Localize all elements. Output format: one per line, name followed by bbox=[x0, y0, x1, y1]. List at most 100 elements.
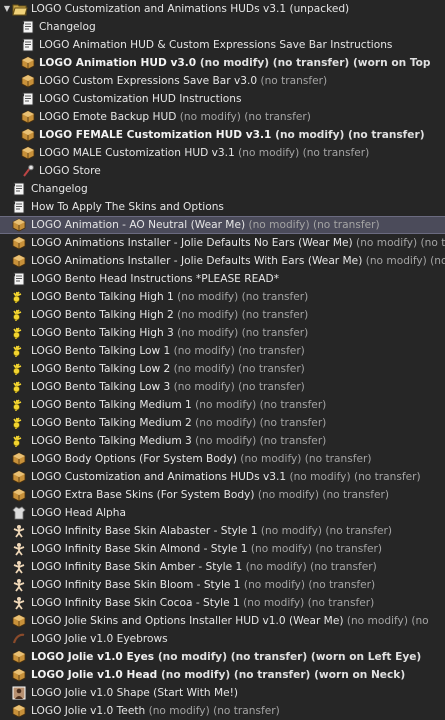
inventory-item[interactable]: LOGO Jolie Skins and Options Installer H… bbox=[0, 612, 445, 630]
inventory-item[interactable]: LOGO Animations Installer - Jolie Defaul… bbox=[0, 234, 445, 252]
notecard-icon bbox=[21, 38, 35, 52]
item-label: LOGO Jolie Skins and Options Installer H… bbox=[31, 612, 429, 630]
inventory-item[interactable]: LOGO Animation HUD v3.0 (no modify) (no … bbox=[0, 54, 445, 72]
item-label: LOGO Bento Talking High 2 (no modify) (n… bbox=[31, 306, 308, 324]
notecard-icon bbox=[12, 182, 26, 196]
inventory-item[interactable]: LOGO Bento Talking High 2 (no modify) (n… bbox=[0, 306, 445, 324]
inventory-item[interactable]: LOGO Animation - AO Neutral (Wear Me) (n… bbox=[0, 216, 445, 234]
inventory-item[interactable]: LOGO Customization HUD Instructions bbox=[0, 90, 445, 108]
gesture-hand-icon bbox=[12, 308, 26, 322]
item-label: LOGO Animation - AO Neutral (Wear Me) (n… bbox=[31, 216, 380, 234]
item-label: Changelog bbox=[39, 18, 96, 36]
item-permissions: (no modify) (no transfer) bbox=[170, 381, 305, 393]
item-permissions: (no modify) (no transfer) bbox=[356, 237, 445, 249]
notecard-icon bbox=[12, 200, 26, 214]
inventory-item[interactable]: LOGO Infinity Base Skin Alabaster - Styl… bbox=[0, 522, 445, 540]
item-label: LOGO FEMALE Customization HUD v3.1 (no m… bbox=[39, 126, 425, 144]
gesture-hand-icon bbox=[12, 362, 26, 376]
item-label: LOGO Customization and Animations HUDs v… bbox=[31, 468, 421, 486]
inventory-item[interactable]: LOGO Jolie v1.0 Head (no modify) (no tra… bbox=[0, 666, 445, 684]
item-permissions: (no modify) (no transfer) bbox=[191, 417, 327, 429]
folder-open-icon bbox=[12, 2, 28, 16]
item-label: LOGO Bento Talking High 3 (no modify) (n… bbox=[31, 324, 308, 342]
inventory-item[interactable]: LOGO Infinity Base Skin Cocoa - Style 1 … bbox=[0, 594, 445, 612]
item-permissions: (no modify) (no bbox=[343, 615, 429, 627]
inventory-item[interactable]: LOGO Jolie v1.0 Shape (Start With Me!) bbox=[0, 684, 445, 702]
inventory-item[interactable]: Changelog bbox=[0, 18, 445, 36]
inventory-item[interactable]: LOGO MALE Customization HUD v3.1 (no mod… bbox=[0, 144, 445, 162]
object-box-icon bbox=[12, 650, 26, 664]
object-box-icon bbox=[21, 110, 35, 124]
object-box-icon bbox=[21, 146, 35, 160]
notecard-icon bbox=[12, 272, 26, 286]
item-name: LOGO Infinity Base Skin Alabaster - Styl… bbox=[31, 525, 258, 537]
inventory-item[interactable]: LOGO Custom Expressions Save Bar v3.0 (n… bbox=[0, 72, 445, 90]
inventory-item[interactable]: LOGO Head Alpha bbox=[0, 504, 445, 522]
object-box-icon bbox=[21, 56, 35, 70]
item-permissions: (no modify) (no transfer) bbox=[254, 489, 389, 501]
inventory-item[interactable]: LOGO Customization and Animations HUDs v… bbox=[0, 468, 445, 486]
item-permissions: (no modify) (no transfer) bbox=[191, 435, 327, 447]
item-label: LOGO Jolie v1.0 Eyebrows bbox=[31, 630, 168, 648]
inventory-item[interactable]: LOGO Infinity Base Skin Almond - Style 1… bbox=[0, 540, 445, 558]
item-label: LOGO Bento Talking Medium 1 (no modify) … bbox=[31, 396, 326, 414]
inventory-item[interactable]: Changelog bbox=[0, 180, 445, 198]
item-label: LOGO MALE Customization HUD v3.1 (no mod… bbox=[39, 144, 369, 162]
inventory-item[interactable]: LOGO Bento Talking Low 1 (no modify) (no… bbox=[0, 342, 445, 360]
inventory-item[interactable]: LOGO Bento Talking High 1 (no modify) (n… bbox=[0, 288, 445, 306]
item-name: LOGO Extra Base Skins (For System Body) bbox=[31, 489, 255, 501]
gesture-hand-icon bbox=[12, 326, 26, 340]
folder-row[interactable]: ▼ LOGO Customization and Animations HUDs… bbox=[0, 0, 445, 18]
item-name: LOGO Emote Backup HUD bbox=[39, 111, 177, 123]
inventory-item[interactable]: LOGO FEMALE Customization HUD v3.1 (no m… bbox=[0, 126, 445, 144]
item-permissions: (no modify) (no transfer) bbox=[271, 129, 425, 141]
item-label: LOGO Infinity Base Skin Amber - Style 1 … bbox=[31, 558, 377, 576]
inventory-item[interactable]: LOGO Infinity Base Skin Bloom - Style 1 … bbox=[0, 576, 445, 594]
inventory-item[interactable]: LOGO Body Options (For System Body) (no … bbox=[0, 450, 445, 468]
notecard-icon bbox=[21, 92, 35, 106]
inventory-item[interactable]: LOGO Bento Talking Medium 1 (no modify) … bbox=[0, 396, 445, 414]
item-name: Changelog bbox=[39, 21, 96, 33]
item-permissions: (no modify) (no transfer) bbox=[242, 561, 377, 573]
item-label: LOGO Infinity Base Skin Almond - Style 1… bbox=[31, 540, 382, 558]
inventory-item[interactable]: LOGO Bento Talking Medium 2 (no modify) … bbox=[0, 414, 445, 432]
inventory-item[interactable]: LOGO Infinity Base Skin Amber - Style 1 … bbox=[0, 558, 445, 576]
item-name: LOGO Body Options (For System Body) bbox=[31, 453, 237, 465]
item-name: LOGO Jolie Skins and Options Installer H… bbox=[31, 615, 344, 627]
item-label: LOGO Jolie v1.0 Teeth (no modify) (no tr… bbox=[31, 702, 280, 720]
item-permissions: (no modify) (no transfer) bbox=[240, 579, 376, 591]
object-box-icon bbox=[21, 74, 35, 88]
inventory-item[interactable]: LOGO Animations Installer - Jolie Defaul… bbox=[0, 252, 445, 270]
inventory-item[interactable]: LOGO Emote Backup HUD (no modify) (no tr… bbox=[0, 108, 445, 126]
gesture-hand-icon bbox=[12, 398, 26, 412]
inventory-item[interactable]: LOGO Bento Talking High 3 (no modify) (n… bbox=[0, 324, 445, 342]
skin-icon bbox=[12, 542, 26, 556]
item-label: LOGO Jolie v1.0 Eyes (no modify) (no tra… bbox=[31, 648, 421, 666]
expand-arrow-icon[interactable]: ▼ bbox=[2, 0, 12, 18]
inventory-item[interactable]: LOGO Jolie v1.0 Eyes (no modify) (no tra… bbox=[0, 648, 445, 666]
item-label: LOGO Bento Talking Low 2 (no modify) (no… bbox=[31, 360, 305, 378]
item-label: LOGO Animations Installer - Jolie Defaul… bbox=[31, 252, 445, 270]
inventory-item[interactable]: How To Apply The Skins and Options bbox=[0, 198, 445, 216]
item-permissions: (no modify) (no transfer) bbox=[170, 345, 305, 357]
gesture-hand-icon bbox=[12, 380, 26, 394]
inventory-item[interactable]: LOGO Jolie v1.0 Teeth (no modify) (no tr… bbox=[0, 702, 445, 720]
item-name: LOGO Animation HUD & Custom Expressions … bbox=[39, 39, 393, 51]
item-name: LOGO Bento Talking High 3 bbox=[31, 327, 174, 339]
inventory-item[interactable]: LOGO Store bbox=[0, 162, 445, 180]
item-name: LOGO Animation - AO Neutral (Wear Me) bbox=[31, 219, 246, 231]
object-box-icon bbox=[21, 128, 35, 142]
item-label: LOGO Bento Talking Medium 2 (no modify) … bbox=[31, 414, 326, 432]
inventory-item[interactable]: LOGO Bento Talking Medium 3 (no modify) … bbox=[0, 432, 445, 450]
item-permissions: (no modify) (no transfer) bbox=[245, 219, 380, 231]
item-name: LOGO Head Alpha bbox=[31, 507, 126, 519]
item-permissions: (no modify) (no transfer) bbox=[247, 543, 383, 555]
item-label: LOGO Infinity Base Skin Alabaster - Styl… bbox=[31, 522, 392, 540]
inventory-item[interactable]: LOGO Bento Talking Low 3 (no modify) (no… bbox=[0, 378, 445, 396]
inventory-item[interactable]: LOGO Bento Talking Low 2 (no modify) (no… bbox=[0, 360, 445, 378]
landmark-icon bbox=[21, 164, 35, 178]
inventory-item[interactable]: LOGO Extra Base Skins (For System Body) … bbox=[0, 486, 445, 504]
inventory-item[interactable]: LOGO Bento Head Instructions *PLEASE REA… bbox=[0, 270, 445, 288]
inventory-item[interactable]: LOGO Jolie v1.0 Eyebrows bbox=[0, 630, 445, 648]
inventory-item[interactable]: LOGO Animation HUD & Custom Expressions … bbox=[0, 36, 445, 54]
